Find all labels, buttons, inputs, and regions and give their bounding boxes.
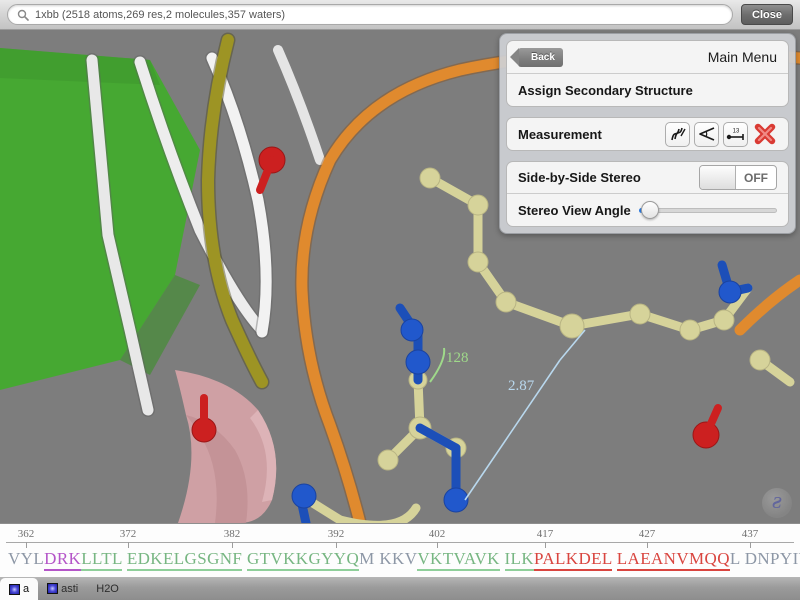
color-swatch-icon bbox=[9, 584, 20, 595]
ruler-tick-mark bbox=[128, 542, 129, 548]
distance-icon-value: 13 bbox=[732, 129, 739, 135]
search-value: 1xbb (2518 atoms,269 res,2 molecules,357… bbox=[35, 9, 285, 21]
search-input[interactable]: 1xbb (2518 atoms,269 res,2 molecules,357… bbox=[7, 4, 733, 25]
stereo-toggle[interactable]: OFF bbox=[699, 165, 777, 190]
sequence-segment[interactable]: EDKELGSGNF bbox=[127, 549, 242, 571]
ruler-tick-mark bbox=[336, 542, 337, 548]
red-x-glyph bbox=[753, 122, 777, 146]
ruler-tick-label: 392 bbox=[328, 528, 345, 540]
tab-label: H2O bbox=[96, 583, 119, 595]
sequence-segment[interactable]: VKTVAVK bbox=[417, 549, 499, 571]
sequence-segment[interactable]: PALKDEL bbox=[534, 549, 612, 571]
clear-measurements-icon[interactable] bbox=[752, 122, 777, 147]
sequence-segment[interactable]: KKV bbox=[375, 549, 418, 571]
ruler-tick-label: 437 bbox=[742, 528, 759, 540]
sequence-segment[interactable] bbox=[500, 549, 505, 571]
menu-item-assign-secondary-structure[interactable]: Assign Secondary Structure bbox=[507, 74, 788, 106]
ruler-baseline bbox=[6, 542, 794, 543]
torsion-angle-glyph bbox=[669, 126, 687, 142]
tab-plastic[interactable]: asti bbox=[38, 577, 87, 600]
measurement-group: Measurement bbox=[506, 117, 789, 151]
ruler-tick-mark bbox=[26, 542, 27, 548]
slider-track[interactable] bbox=[639, 208, 777, 213]
sequence-segment[interactable]: LLTL bbox=[81, 549, 122, 571]
stereo-angle-label: Stereo View Angle bbox=[518, 203, 631, 218]
menu-group: Back Main Menu Assign Secondary Structur… bbox=[506, 40, 789, 107]
ruler-tick-mark bbox=[232, 542, 233, 548]
ruler-tick-label: 402 bbox=[429, 528, 446, 540]
sequence-segment[interactable]: DNPYIVR bbox=[740, 549, 800, 571]
torsion-angle-icon[interactable] bbox=[665, 122, 690, 147]
stereo-toggle-row: Side-by-Side Stereo OFF bbox=[507, 162, 788, 194]
toggle-knob[interactable] bbox=[700, 166, 736, 189]
measurement-row: Measurement bbox=[507, 118, 788, 150]
sequence-segment[interactable]: LAEANVMQQ bbox=[617, 549, 730, 571]
ruler-tick-label: 362 bbox=[18, 528, 35, 540]
top-toolbar: 1xbb (2518 atoms,269 res,2 molecules,357… bbox=[0, 0, 800, 30]
tab-label: asti bbox=[61, 583, 78, 595]
angle-glyph bbox=[698, 126, 716, 142]
tab-chain-a[interactable]: a bbox=[0, 578, 38, 600]
panel-title: Main Menu bbox=[708, 49, 777, 65]
back-button[interactable]: Back bbox=[518, 48, 563, 67]
menu-item-label: Assign Secondary Structure bbox=[518, 83, 693, 98]
ruler-tick-mark bbox=[437, 542, 438, 548]
toggle-state-label: OFF bbox=[736, 171, 776, 185]
stereo-label: Side-by-Side Stereo bbox=[518, 170, 699, 185]
app-root: 1xbb (2518 atoms,269 res,2 molecules,357… bbox=[0, 0, 800, 600]
sequence-segment[interactable]: VYL bbox=[8, 549, 44, 571]
panel-header: Back Main Menu bbox=[507, 41, 788, 74]
ruler-tick-mark bbox=[647, 542, 648, 548]
close-button[interactable]: Close bbox=[741, 4, 793, 25]
stereo-angle-row: Stereo View Angle bbox=[507, 194, 788, 226]
ruler-tick-label: 417 bbox=[537, 528, 554, 540]
sequence-segment[interactable]: L bbox=[730, 549, 740, 571]
stereo-angle-slider[interactable] bbox=[639, 199, 777, 221]
angle-icon[interactable] bbox=[694, 122, 719, 147]
measurement-label: Measurement bbox=[518, 127, 665, 142]
measurement-tool-buttons: 13 bbox=[665, 122, 777, 147]
settings-panel: Back Main Menu Assign Secondary Structur… bbox=[499, 33, 796, 234]
sequence-segment[interactable]: M bbox=[359, 549, 375, 571]
sequence-ruler: 362 372 382 392 402 417 427 437 bbox=[0, 524, 800, 548]
slider-knob[interactable] bbox=[641, 201, 659, 219]
distance-glyph: 13 bbox=[726, 126, 746, 142]
sequence-residues[interactable]: VYLDRKLLTL EDKELGSGNF GTVKKGYYQM KKVVKTV… bbox=[8, 549, 800, 573]
ruler-tick-mark bbox=[750, 542, 751, 548]
search-icon bbox=[17, 9, 29, 21]
bottom-tab-bar: a asti H2O bbox=[0, 577, 800, 600]
color-swatch-icon bbox=[47, 583, 58, 594]
sequence-viewer[interactable]: 362 372 382 392 402 417 427 437 VYLDRKLLTL EDKE… bbox=[0, 523, 800, 577]
ruler-tick-label: 427 bbox=[639, 528, 656, 540]
ruler-tick-label: 372 bbox=[120, 528, 137, 540]
tab-water[interactable]: H2O bbox=[87, 577, 128, 600]
ruler-tick-mark bbox=[545, 542, 546, 548]
tab-label: a bbox=[23, 583, 29, 595]
distance-icon[interactable]: 13 bbox=[723, 122, 748, 147]
ruler-tick-label: 382 bbox=[224, 528, 241, 540]
stereo-group: Side-by-Side Stereo OFF Stereo View Angl… bbox=[506, 161, 789, 227]
sequence-segment[interactable]: DRK bbox=[44, 549, 81, 571]
sequence-segment[interactable]: GTVKKGYYQ bbox=[247, 549, 359, 571]
app-logo-icon: Ƨ bbox=[762, 488, 792, 518]
sequence-segment[interactable]: ILK bbox=[505, 549, 535, 571]
